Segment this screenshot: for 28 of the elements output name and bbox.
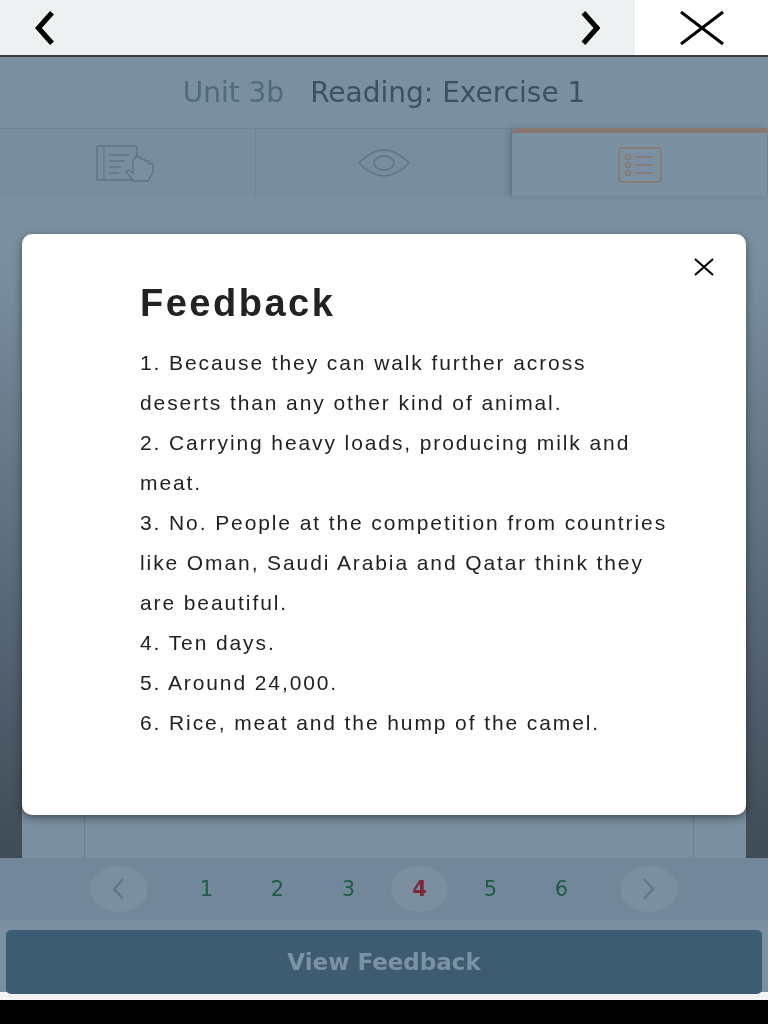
answer-text: 2. Carrying heavy loads, producing milk and meat. [140, 430, 632, 496]
list-icon [617, 146, 662, 183]
close-icon [678, 9, 725, 46]
tab[interactable] [256, 128, 512, 196]
answer-text: 6. Rice, meat and the hump of the camel. [140, 710, 602, 736]
chevron-left-icon [34, 10, 56, 45]
exercise-title: Reading: Exercise 1 [310, 76, 586, 109]
close-icon [694, 258, 714, 276]
page-button[interactable]: 1 [178, 866, 235, 912]
answer-text: 3. No. People at the competition from countries like Oman, Saudi Arabia and Qatar think they are beautiful. [140, 510, 669, 616]
page-button[interactable]: 4 [391, 866, 448, 912]
close-button[interactable] [694, 258, 714, 276]
page-button[interactable]: 6 [533, 866, 590, 912]
dialog-title: Feedback [140, 282, 337, 325]
answer-text: 5. Around 24,000. [140, 670, 340, 696]
close-button[interactable] [635, 0, 768, 55]
chevron-right-icon [642, 878, 656, 900]
answer-text: 4. Ten days. [140, 630, 277, 656]
chevron-left-icon [112, 878, 126, 900]
tab[interactable] [512, 128, 768, 196]
page-button[interactable]: 5 [462, 866, 519, 912]
answer-text: 1. Because they can walk further across deserts than any other kind of animal. [140, 350, 588, 416]
page-button[interactable]: 3 [320, 866, 377, 912]
chevron-right-icon [579, 10, 601, 45]
tab[interactable] [0, 128, 256, 196]
eye-icon [356, 146, 411, 179]
page-button[interactable]: 2 [249, 866, 306, 912]
view-feedback-button[interactable]: View Feedback [6, 930, 762, 994]
